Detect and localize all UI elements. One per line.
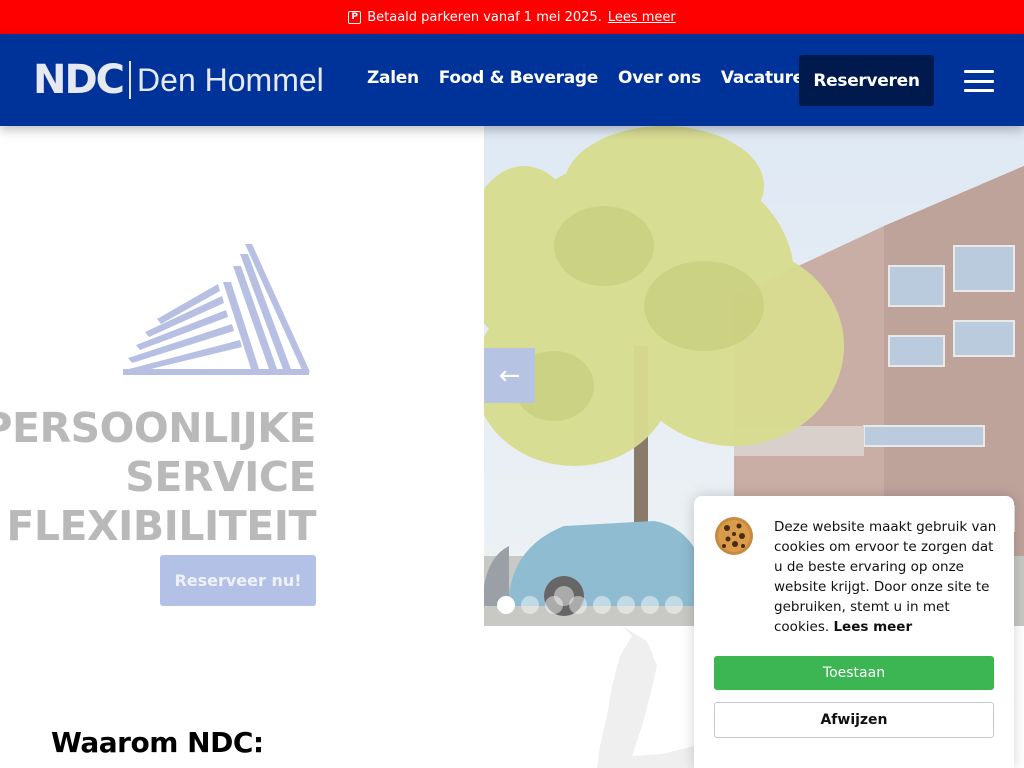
- announcement-link[interactable]: Lees meer: [608, 10, 676, 25]
- logo-name: Den Hommel: [137, 62, 324, 98]
- logo-ndc: NDC: [33, 57, 125, 103]
- hero-title-line: & FLEXIBILITEIT: [0, 502, 316, 550]
- cookie-accept-button[interactable]: Toestaan: [714, 656, 994, 690]
- site-logo[interactable]: NDC Den Hommel: [33, 60, 324, 100]
- slider-dot[interactable]: [593, 596, 611, 614]
- cookie-read-more-link[interactable]: Lees meer: [833, 619, 912, 635]
- slider-dot[interactable]: [545, 596, 563, 614]
- cookie-consent-popup: Deze website maakt gebruik van cookies o…: [694, 496, 1014, 768]
- hero-text-panel: PERSOONLIJKE SERVICE & FLEXIBILITEIT Res…: [0, 126, 484, 626]
- cookie-reject-button[interactable]: Afwijzen: [714, 702, 994, 738]
- hero-title: PERSOONLIJKE SERVICE & FLEXIBILITEIT: [0, 404, 316, 551]
- main-nav: Zalen Food & Beverage Over ons Vacatures: [367, 68, 814, 88]
- hero-title-line: SERVICE: [125, 453, 316, 501]
- site-header: NDC Den Hommel Zalen Food & Beverage Ove…: [0, 34, 1024, 126]
- slider-dot[interactable]: [617, 596, 635, 614]
- building-logo-icon: [123, 244, 310, 375]
- nav-item-over-ons[interactable]: Over ons: [618, 68, 701, 88]
- cookie-message: Deze website maakt gebruik van cookies o…: [774, 519, 997, 635]
- hero-title-line: PERSOONLIJKE: [0, 404, 316, 452]
- nav-item-zalen[interactable]: Zalen: [367, 68, 419, 88]
- announcement-bar: P Betaald parkeren vanaf 1 mei 2025. Lee…: [0, 0, 1024, 34]
- nav-item-food-beverage[interactable]: Food & Beverage: [439, 68, 599, 88]
- slider-dot[interactable]: [521, 596, 539, 614]
- reserve-button[interactable]: Reserveren: [799, 55, 934, 106]
- slider-dot[interactable]: [569, 596, 587, 614]
- why-ndc-heading: Waarom NDC:: [51, 726, 264, 759]
- cookie-text: Deze website maakt gebruik van cookies o…: [774, 517, 999, 637]
- slider-dot[interactable]: [497, 596, 515, 614]
- slider-dots: [497, 596, 683, 614]
- hamburger-menu-icon[interactable]: [964, 70, 994, 92]
- parking-icon: P: [348, 10, 362, 24]
- slider-dot[interactable]: [641, 596, 659, 614]
- announcement-text: Betaald parkeren vanaf 1 mei 2025.: [367, 9, 602, 25]
- logo-separator: [129, 61, 132, 99]
- reserve-now-button[interactable]: Reserveer nu!: [160, 555, 316, 606]
- cookie-icon: [715, 517, 753, 555]
- slider-dot[interactable]: [665, 596, 683, 614]
- slider-prev-button[interactable]: ←: [484, 348, 535, 403]
